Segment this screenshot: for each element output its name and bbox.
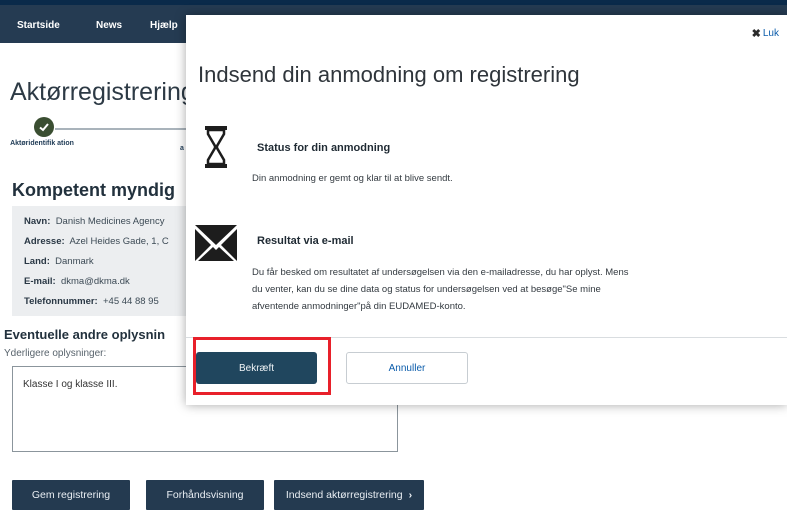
- close-button[interactable]: ✖ Luk: [752, 27, 779, 40]
- result-text: Du får besked om resultatet af undersøge…: [252, 264, 629, 315]
- result-title: Resultat via e-mail: [257, 235, 354, 247]
- confirm-button-highlight: [193, 337, 331, 395]
- result-text-line: du venter, kan du se dine data og status…: [252, 284, 601, 295]
- status-text: Din anmodning er gemt og klar til at bli…: [252, 173, 453, 184]
- hourglass-icon: [205, 126, 227, 168]
- status-title: Status for din anmodning: [257, 142, 391, 154]
- page: Startside News Hjælp Aktørregistrering A…: [0, 0, 787, 517]
- result-text-line: afventende anmodninger"på din EUDAMED-ko…: [252, 301, 466, 312]
- result-text-line: Du får besked om resultatet af undersøge…: [252, 267, 629, 278]
- cancel-button[interactable]: Annuller: [346, 352, 468, 384]
- close-icon: ✖: [751, 28, 761, 40]
- close-label: Luk: [762, 28, 779, 39]
- envelope-icon: [195, 225, 237, 261]
- modal-title: Indsend din anmodning om registrering: [198, 62, 580, 87]
